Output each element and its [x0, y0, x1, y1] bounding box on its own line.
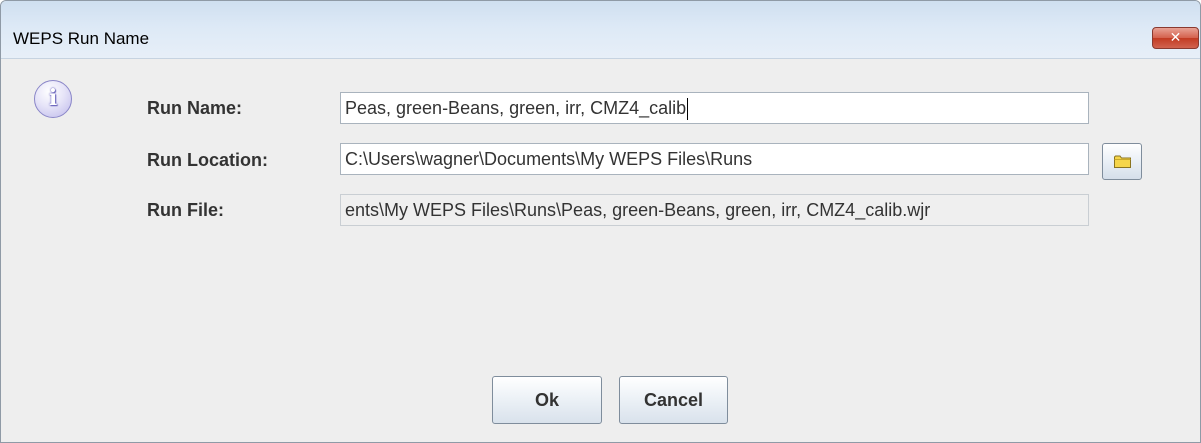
run-name-input[interactable]: Peas, green-Beans, green, irr, CMZ4_cali…: [340, 92, 1089, 124]
text-caret: [687, 98, 689, 121]
cancel-button[interactable]: Cancel: [619, 376, 728, 424]
dialog-window: WEPS Run Name ✕ i Run Name: Peas, green-…: [0, 0, 1201, 443]
window-title: WEPS Run Name: [13, 29, 150, 48]
information-icon: i: [34, 80, 72, 118]
folder-icon: [1114, 155, 1131, 168]
close-icon: ✕: [1169, 30, 1182, 46]
dialog-content: i Run Name: Peas, green-Beans, green, ir…: [1, 59, 1200, 442]
run-location-input[interactable]: C:\Users\wagner\Documents\My WEPS Files\…: [340, 143, 1089, 175]
information-glyph: i: [48, 85, 58, 111]
run-name-value: Peas, green-Beans, green, irr, CMZ4_cali…: [345, 98, 687, 118]
run-file-value: ents\My WEPS Files\Runs\Peas, green-Bean…: [345, 200, 931, 220]
ok-button[interactable]: Ok: [492, 376, 602, 424]
run-name-label: Run Name:: [147, 98, 243, 118]
run-file-label: Run File:: [147, 200, 224, 220]
title-bar[interactable]: WEPS Run Name ✕: [1, 1, 1200, 59]
close-button[interactable]: ✕: [1152, 27, 1199, 49]
browse-folder-button[interactable]: [1102, 143, 1142, 180]
run-location-label: Run Location:: [147, 150, 268, 170]
run-location-value: C:\Users\wagner\Documents\My WEPS Files\…: [345, 149, 753, 169]
run-file-field: ents\My WEPS Files\Runs\Peas, green-Bean…: [340, 194, 1089, 226]
